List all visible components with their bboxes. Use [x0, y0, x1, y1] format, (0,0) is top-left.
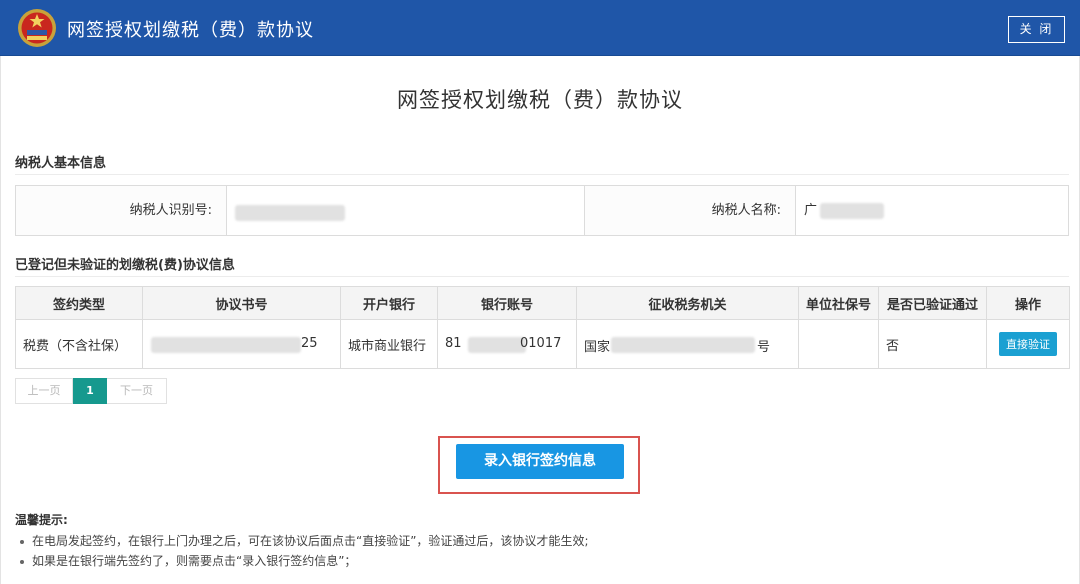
agreement-no-tail: 25 [301, 336, 318, 351]
col-header-verified: 是否已验证通过 [878, 286, 987, 320]
tax-office-head: 国家 [584, 340, 611, 355]
tip-item: 如果是在银行端先签约了，则需要点击“录入银行签约信息”； [20, 552, 356, 569]
pagination: 上一页 1 下一页 [15, 378, 167, 404]
section-divider [15, 276, 1069, 277]
redacted-agreement-no [151, 337, 301, 353]
page-title: 网签授权划缴税（费）款协议 [397, 88, 683, 112]
cell-account: 81 01017 [437, 319, 577, 369]
taxpayer-name-visible: 广 [804, 203, 818, 218]
tips-title: 温馨提示: [15, 513, 68, 527]
col-header-agreement-no: 协议书号 [142, 286, 341, 320]
window-title: 网签授权划缴税（费）款协议 [67, 20, 314, 41]
redacted-taxpayer-id [235, 205, 345, 221]
close-button[interactable]: 关 闭 [1008, 16, 1065, 43]
col-header-account: 银行账号 [437, 286, 577, 320]
redacted-account [468, 337, 526, 353]
cell-sign-type: 税费（不含社保） [15, 319, 143, 369]
window-titlebar: 网签授权划缴税（费）款协议 关 闭 [0, 0, 1080, 56]
section-divider [15, 174, 1069, 175]
tax-office-tail: 号 [757, 340, 771, 355]
prev-page-button[interactable]: 上一页 [15, 378, 73, 404]
agreement-table: 签约类型 协议书号 开户银行 银行账号 征收税务机关 单位社保号 是否已验证通过… [15, 286, 1070, 369]
next-page-button[interactable]: 下一页 [107, 378, 167, 404]
direct-verify-button[interactable]: 直接验证 [999, 332, 1057, 356]
redacted-taxpayer-name [820, 203, 884, 219]
cell-tax-office: 国家 号 [576, 319, 799, 369]
tip-text: 如果是在银行端先签约了，则需要点击“录入银行签约信息”； [32, 554, 357, 568]
taxpayer-info-box: 纳税人识别号: 纳税人名称: 广 [15, 185, 1069, 236]
taxpayer-section-title: 纳税人基本信息 [15, 156, 107, 171]
account-tail: 01017 [520, 336, 562, 351]
col-header-bank: 开户银行 [340, 286, 438, 320]
cell-action: 直接验证 [986, 319, 1070, 369]
taxpayer-id-value [227, 186, 584, 235]
cell-social-security [798, 319, 879, 369]
col-header-tax-office: 征收税务机关 [576, 286, 799, 320]
col-header-social-security: 单位社保号 [798, 286, 879, 320]
account-head: 81 [445, 336, 462, 351]
tax-emblem-icon [18, 9, 56, 47]
enter-bank-sign-info-button[interactable]: 录入银行签约信息 [456, 444, 624, 479]
taxpayer-id-label: 纳税人识别号: [16, 186, 227, 235]
tip-item: 在电局发起签约，在银行上门办理之后，可在该协议后面点击“直接验证”，验证通过后，… [20, 532, 588, 549]
page-1-button[interactable]: 1 [73, 378, 107, 404]
col-header-sign-type: 签约类型 [15, 286, 143, 320]
bullet-icon [20, 539, 24, 544]
redacted-tax-office [611, 337, 755, 353]
table-row: 税费（不含社保） 25 城市商业银行 81 01017 国家 号 否 直接验证 [15, 319, 1070, 369]
table-header-row: 签约类型 协议书号 开户银行 银行账号 征收税务机关 单位社保号 是否已验证通过… [15, 286, 1070, 320]
cell-verified: 否 [878, 319, 987, 369]
taxpayer-name-label: 纳税人名称: [585, 186, 796, 235]
cell-bank: 城市商业银行 [340, 319, 438, 369]
col-header-action: 操作 [986, 286, 1070, 320]
agreements-section-title: 已登记但未验证的划缴税(费)协议信息 [15, 258, 235, 273]
bullet-icon [20, 559, 24, 564]
cell-agreement-no: 25 [142, 319, 341, 369]
taxpayer-name-value: 广 [796, 186, 1068, 235]
tip-text: 在电局发起签约，在银行上门办理之后，可在该协议后面点击“直接验证”，验证通过后，… [32, 534, 589, 548]
